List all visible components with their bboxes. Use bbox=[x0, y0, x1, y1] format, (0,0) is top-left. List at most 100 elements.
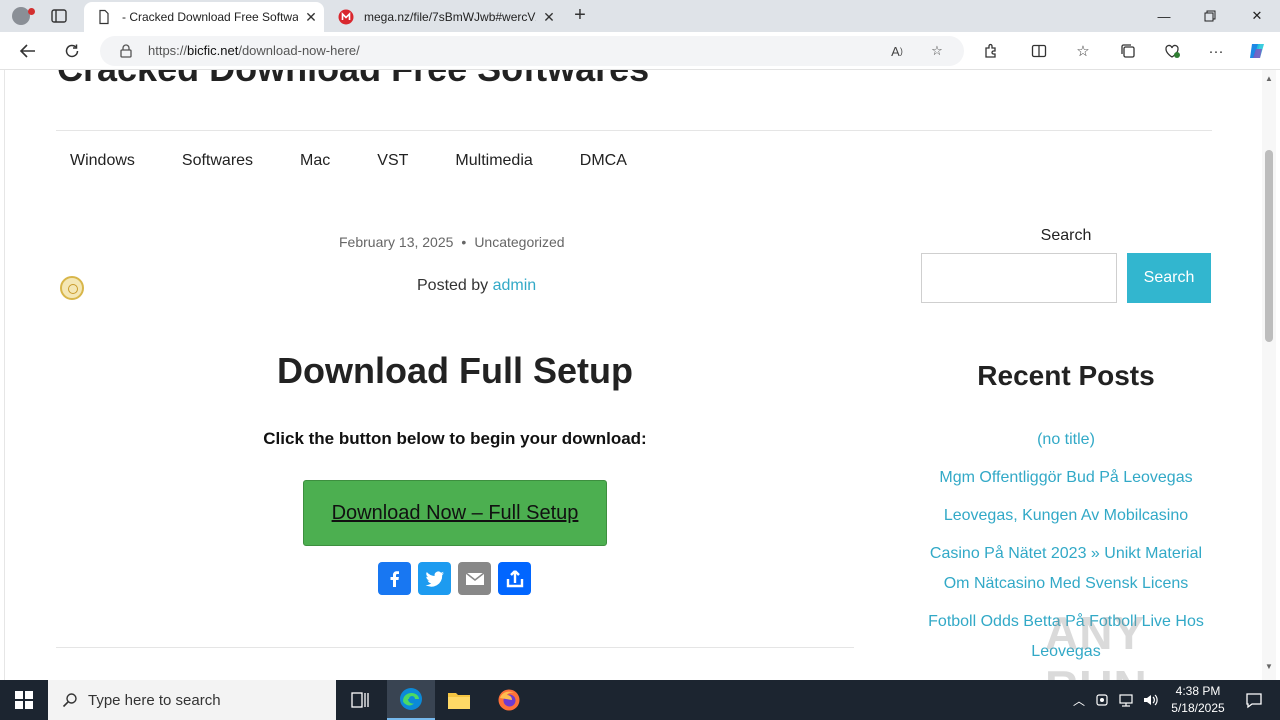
back-button[interactable] bbox=[14, 38, 42, 64]
notification-icon bbox=[1246, 693, 1262, 709]
new-tab-button[interactable]: + bbox=[568, 5, 592, 27]
taskbar-file-explorer[interactable] bbox=[435, 680, 483, 720]
clock-date: 5/18/2025 bbox=[1171, 701, 1225, 715]
notification-center-button[interactable] bbox=[1234, 680, 1274, 720]
task-view-icon bbox=[351, 692, 369, 708]
recent-post-link[interactable]: Leovegas, Kungen Av Mobilcasino bbox=[921, 501, 1211, 531]
post-title: Download Full Setup bbox=[277, 350, 633, 391]
author-link[interactable]: admin bbox=[493, 277, 537, 294]
tab-title: mega.nz/file/7sBmWJwb#wercVzXo bbox=[364, 10, 536, 24]
collections-icon[interactable] bbox=[1117, 41, 1139, 61]
show-hidden-icons-chevron-icon[interactable]: ︿ bbox=[1068, 692, 1090, 709]
share-buttons bbox=[378, 562, 538, 595]
refresh-button[interactable] bbox=[58, 38, 86, 64]
extensions-icon[interactable] bbox=[980, 41, 1002, 61]
url-prefix: https:// bbox=[148, 43, 188, 58]
recent-post-link[interactable]: Mgm Offentliggör Bud På Leovegas bbox=[921, 463, 1211, 493]
tab-strip: - Cracked Download Free Softwares ✕ mega… bbox=[0, 0, 1280, 32]
mega-logo-icon bbox=[338, 9, 354, 25]
restore-button[interactable] bbox=[1187, 0, 1233, 32]
search-icon bbox=[62, 693, 77, 708]
sidebar-search-button[interactable]: Search bbox=[1127, 253, 1211, 303]
favorites-icon[interactable]: ☆ bbox=[1072, 41, 1094, 61]
post-meta: February 13, 2025 • Uncategorized bbox=[339, 234, 565, 250]
menu-item-dmca[interactable]: DMCA bbox=[580, 152, 627, 170]
tab-actions-icon[interactable] bbox=[50, 7, 68, 25]
url-text[interactable]: https://bicfic.net/download-now-here/ bbox=[148, 43, 360, 58]
system-tray: ︿ bbox=[1068, 680, 1160, 720]
windows-logo-icon bbox=[15, 691, 33, 709]
network-icon[interactable] bbox=[1118, 692, 1136, 708]
page-viewport: Cracked Download Free Softwares Windows … bbox=[0, 70, 1280, 680]
page-scrollbar[interactable]: ▲ ▼ bbox=[1262, 70, 1276, 680]
url-path: /download-now-here/ bbox=[238, 43, 360, 58]
facebook-share-icon[interactable] bbox=[378, 562, 411, 595]
taskbar-firefox[interactable] bbox=[485, 680, 533, 720]
search-label: Search bbox=[1040, 227, 1092, 244]
posted-by: Posted by admin bbox=[417, 277, 536, 295]
split-screen-icon[interactable] bbox=[1028, 41, 1050, 61]
edge-icon bbox=[400, 688, 422, 710]
start-button[interactable] bbox=[0, 680, 48, 720]
download-now-button[interactable]: Download Now – Full Setup bbox=[303, 480, 607, 546]
site-title[interactable]: Cracked Download Free Softwares bbox=[57, 70, 649, 90]
post-category[interactable]: Uncategorized bbox=[474, 234, 564, 250]
sidebar-search-input[interactable] bbox=[921, 253, 1117, 303]
notification-dot bbox=[28, 8, 35, 15]
post-date[interactable]: February 13, 2025 bbox=[339, 234, 453, 250]
close-tab-icon[interactable]: ✕ bbox=[536, 9, 562, 26]
minimize-button[interactable]: ― bbox=[1141, 0, 1187, 32]
meta-separator: • bbox=[461, 234, 467, 250]
menu-item-softwares[interactable]: Softwares bbox=[182, 152, 253, 170]
tab-title: - Cracked Download Free Softwares bbox=[122, 10, 298, 24]
close-tab-icon[interactable]: ✕ bbox=[298, 9, 324, 26]
recent-post-link[interactable]: (no title) bbox=[921, 425, 1211, 455]
address-bar[interactable]: https://bicfic.net/download-now-here/ A)… bbox=[100, 36, 964, 66]
menu-item-windows[interactable]: Windows bbox=[70, 152, 135, 170]
folder-icon bbox=[448, 693, 470, 709]
twitter-share-icon[interactable] bbox=[418, 562, 451, 595]
web-page: Cracked Download Free Softwares Windows … bbox=[4, 70, 1260, 680]
profile-button[interactable] bbox=[8, 4, 35, 28]
posted-by-label: Posted by bbox=[417, 277, 489, 294]
task-view-button[interactable] bbox=[336, 680, 384, 720]
header-divider bbox=[56, 130, 1212, 131]
browser-essentials-icon[interactable] bbox=[1161, 41, 1183, 61]
taskbar-search-box[interactable]: Type here to search bbox=[48, 680, 336, 720]
refresh-icon bbox=[65, 44, 79, 58]
meet-now-icon[interactable] bbox=[1094, 692, 1110, 708]
content-divider bbox=[56, 647, 854, 648]
taskbar-clock[interactable]: 4:38 PM 5/18/2025 bbox=[1160, 683, 1236, 717]
share-more-icon[interactable] bbox=[498, 562, 531, 595]
clock-time: 4:38 PM bbox=[1175, 684, 1221, 698]
url-domain: bicfic.net bbox=[187, 43, 239, 58]
recent-post-link[interactable]: Casino På Nätet 2023 » Unikt Material Om… bbox=[921, 539, 1211, 599]
read-aloud-icon[interactable]: A) bbox=[886, 41, 908, 61]
scroll-up-arrow-icon[interactable]: ▲ bbox=[1262, 72, 1276, 86]
tab-mega[interactable]: mega.nz/file/7sBmWJwb#wercVzXo ✕ bbox=[326, 2, 562, 32]
email-share-icon[interactable] bbox=[458, 562, 491, 595]
tab-cracked-download[interactable]: - Cracked Download Free Softwares ✕ bbox=[84, 2, 324, 32]
firefox-icon bbox=[498, 689, 520, 711]
close-window-button[interactable]: ✕ bbox=[1234, 0, 1280, 32]
restore-icon bbox=[1204, 10, 1216, 22]
menu-item-multimedia[interactable]: Multimedia bbox=[455, 152, 532, 170]
author-avatar bbox=[60, 276, 84, 300]
recent-posts-title: Recent Posts bbox=[977, 360, 1155, 391]
back-arrow-icon bbox=[19, 44, 35, 58]
scrollbar-thumb[interactable] bbox=[1265, 150, 1273, 342]
page-icon bbox=[99, 9, 109, 25]
favorite-star-icon[interactable]: ☆ bbox=[926, 41, 948, 61]
taskbar-search-placeholder: Type here to search bbox=[88, 691, 221, 709]
lock-icon[interactable] bbox=[118, 43, 134, 59]
menu-item-mac[interactable]: Mac bbox=[300, 152, 330, 170]
copilot-icon[interactable] bbox=[1246, 41, 1268, 61]
taskbar-edge[interactable] bbox=[387, 680, 435, 720]
windows-taskbar: Type here to search ︿ 4:38 PM 5/18/2025 bbox=[0, 680, 1280, 720]
scroll-down-arrow-icon[interactable]: ▼ bbox=[1262, 660, 1276, 674]
browser-toolbar: https://bicfic.net/download-now-here/ A)… bbox=[0, 32, 1280, 70]
main-menu: Windows Softwares Mac VST Multimedia DMC… bbox=[70, 152, 674, 170]
volume-icon[interactable] bbox=[1142, 692, 1160, 708]
menu-item-vst[interactable]: VST bbox=[377, 152, 408, 170]
more-options-icon[interactable]: ··· bbox=[1205, 41, 1227, 61]
